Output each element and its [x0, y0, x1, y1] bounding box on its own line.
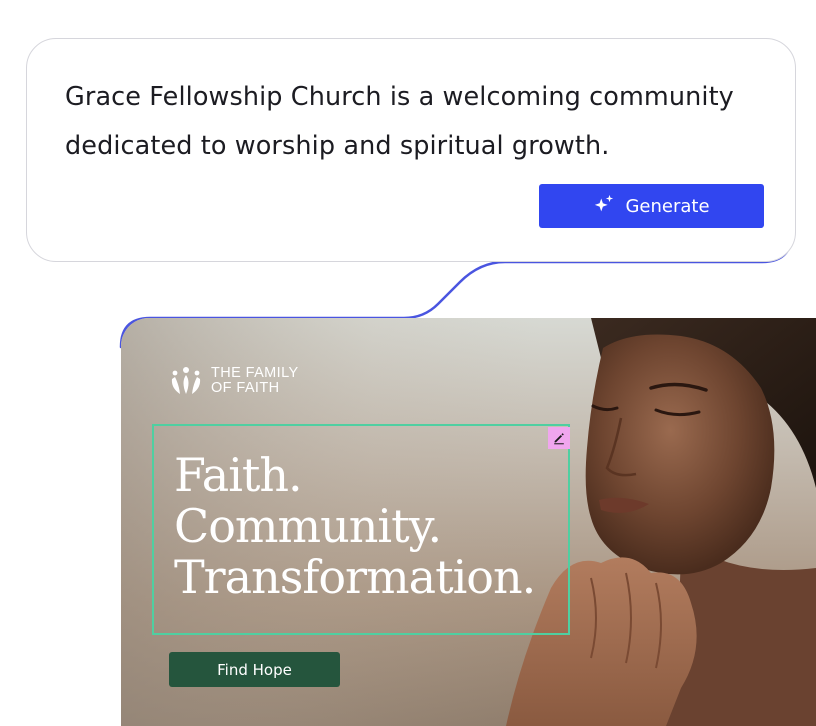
prompt-text[interactable]: Grace Fellowship Church is a welcoming c… — [65, 73, 775, 171]
generate-label: Generate — [625, 195, 710, 217]
brand-logo[interactable]: THE FAMILY OF FAITH — [169, 364, 299, 398]
sparkle-icon — [593, 193, 615, 220]
logo-line-1: THE FAMILY — [211, 365, 299, 381]
logo-line-2: OF FAITH — [211, 380, 280, 396]
find-hope-button[interactable]: Find Hope — [169, 652, 340, 687]
headline-line-1: Faith. — [174, 448, 303, 502]
logo-text: THE FAMILY OF FAITH — [211, 366, 299, 396]
prompt-card: Grace Fellowship Church is a welcoming c… — [26, 38, 796, 262]
headline-line-2: Community. — [174, 499, 442, 553]
hero-headline[interactable]: Faith. Community. Transformation. — [174, 450, 614, 603]
family-logo-icon — [169, 364, 203, 398]
headline-line-3: Transformation. — [174, 550, 536, 604]
website-preview: THE FAMILY OF FAITH Faith. Community. Tr… — [121, 318, 816, 726]
pencil-icon[interactable] — [548, 427, 570, 449]
generate-button[interactable]: Generate — [539, 184, 764, 228]
